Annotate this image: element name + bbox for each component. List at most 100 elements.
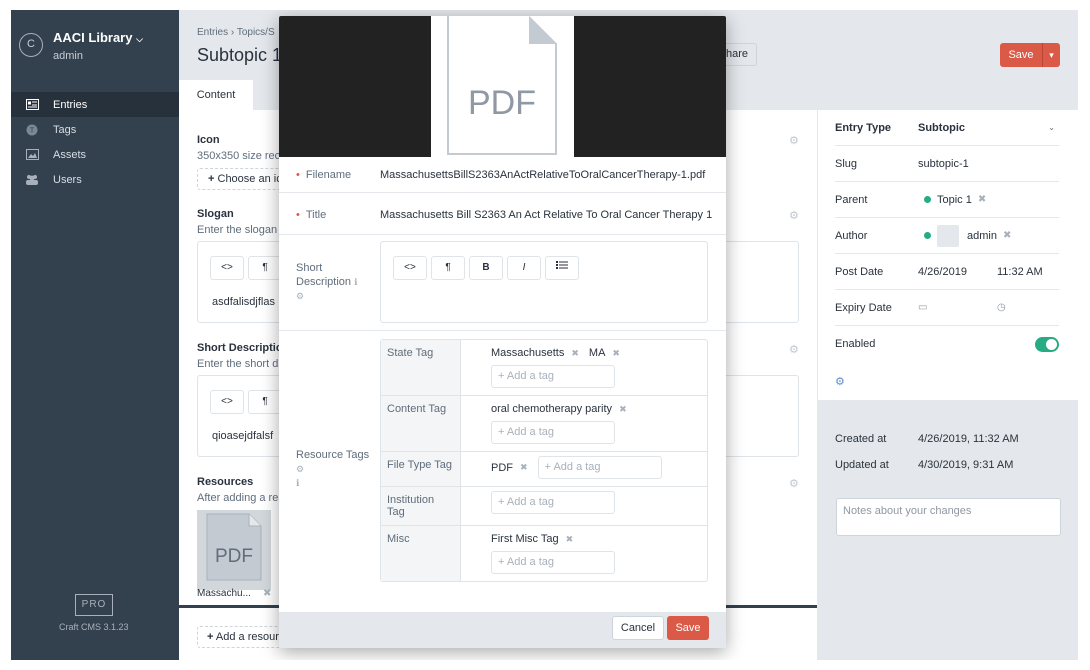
sidebar-item-label: Users	[53, 173, 82, 186]
remove-icon[interactable]: ✖	[520, 462, 528, 473]
remove-icon[interactable]: ✖	[619, 404, 627, 415]
remove-icon[interactable]: ✖	[571, 348, 579, 359]
tag[interactable]: PDF ✖	[491, 462, 528, 474]
plus-icon: +	[207, 631, 214, 643]
sidebar-item-assets[interactable]: Assets	[11, 142, 179, 167]
preview-document: PDF	[431, 16, 574, 157]
tag-group-tags: oral chemotherapy parity ✖ + Add a tag	[461, 396, 707, 451]
site-user: admin	[53, 50, 83, 62]
tag[interactable]: oral chemotherapy parity ✖	[491, 403, 627, 415]
parent-row: Parent Topic 1 ✖	[835, 182, 1059, 218]
author-value[interactable]: admin ✖	[924, 224, 1011, 247]
notes-textarea[interactable]: Notes about your changes	[836, 498, 1061, 536]
tag-list: Massachusetts ✖ MA ✖	[491, 347, 701, 365]
tag-group-row: Content Tag oral chemotherapy parity ✖ + …	[381, 396, 707, 452]
tag-list: First Misc Tag ✖	[491, 533, 701, 551]
post-time-value[interactable]: 11:32 AM	[997, 266, 1043, 278]
tag[interactable]: Massachusetts ✖	[491, 347, 579, 359]
sidebar-item-entries[interactable]: Entries	[11, 92, 179, 117]
clock-icon[interactable]: ◷	[997, 302, 1006, 313]
resource-tags-row: Resource Tags ⚙ ℹ State Tag Massachusetts ✖…	[279, 331, 726, 612]
gear-icon[interactable]: ⚙	[789, 209, 799, 222]
add-resource-button[interactable]: + Add a resour	[197, 626, 287, 648]
cancel-button[interactable]: Cancel	[612, 616, 664, 640]
sidebar-item-label: Tags	[53, 123, 77, 136]
sidebar-item-users[interactable]: Users	[11, 167, 179, 192]
tag-group-name: File Type Tag	[381, 452, 461, 486]
short-description-field-label: Short Descriptio	[197, 342, 283, 354]
post-date-value[interactable]: 4/26/2019	[918, 266, 997, 278]
resource-thumbnail[interactable]: PDF	[197, 510, 271, 590]
chevron-down-icon[interactable]: ⌄	[1048, 123, 1055, 132]
gear-icon[interactable]: ⚙	[835, 375, 845, 388]
remove-icon[interactable]: ✖	[566, 534, 574, 545]
filename-input[interactable]: MassachusettsBillS2363AnActRelativeToOra…	[380, 169, 705, 181]
gear-icon[interactable]: ⚙	[789, 343, 799, 356]
asset-editor-modal: PDF • Filename MassachusettsBillS2363AnAc…	[279, 16, 726, 648]
author-row: Author admin ✖	[835, 218, 1059, 254]
remove-icon[interactable]: ✖	[978, 194, 986, 205]
choose-icon-button[interactable]: + Choose an ic	[197, 168, 281, 190]
short-description-label: Short Description ℹ ⚙	[296, 262, 358, 301]
tag-group-tags: Massachusetts ✖ MA ✖ + Add a tag	[461, 340, 707, 395]
add-tag-input[interactable]: + Add a tag	[491, 421, 615, 444]
enabled-row: Enabled	[835, 326, 1059, 362]
pro-badge[interactable]: PRO	[75, 594, 113, 616]
created-value: 4/26/2019, 11:32 AM	[918, 433, 1019, 445]
parent-value[interactable]: Topic 1 ✖	[924, 194, 986, 206]
entry-type-row[interactable]: Entry Type Subtopic ⌄	[835, 110, 1059, 146]
sidebar-item-tags[interactable]: T Tags	[11, 117, 179, 142]
save-button[interactable]: Save	[1000, 43, 1042, 67]
italic-button[interactable]: I	[507, 256, 541, 280]
site-name[interactable]: AACI Library ⌵	[53, 30, 143, 45]
gear-icon[interactable]: ⚙	[296, 291, 304, 301]
short-description-field-help: Enter the short d	[197, 358, 279, 370]
add-tag-input[interactable]: + Add a tag	[491, 491, 615, 514]
modal-save-button[interactable]: Save	[667, 616, 709, 640]
title-row: • Title Massachusetts Bill S2363 An Act R…	[279, 193, 726, 235]
site-logo[interactable]: C	[19, 33, 43, 57]
tag[interactable]: MA ✖	[589, 347, 620, 359]
required-indicator: •	[296, 169, 300, 181]
tag[interactable]: First Misc Tag ✖	[491, 533, 573, 545]
avatar	[937, 224, 959, 247]
format-button[interactable]: ¶	[431, 256, 465, 280]
breadcrumb[interactable]: Entries › Topics/S	[197, 27, 275, 38]
format-button[interactable]: ¶	[248, 256, 282, 280]
icon-field-help: 350x350 size rec	[197, 150, 281, 162]
remove-icon[interactable]: ✖	[612, 348, 620, 359]
bold-button[interactable]: B	[469, 256, 503, 280]
slug-value[interactable]: subtopic-1	[918, 158, 969, 170]
status-dot	[924, 196, 931, 203]
entry-type-value[interactable]: Subtopic	[918, 122, 965, 134]
tag-group-tags: + Add a tag	[461, 487, 707, 525]
info-icon[interactable]: ℹ	[354, 277, 357, 287]
entries-icon	[25, 99, 39, 111]
resources-field-label: Resources	[197, 476, 254, 488]
chevron-down-icon[interactable]: ▾	[1042, 43, 1060, 67]
gear-icon[interactable]: ⚙	[296, 464, 304, 474]
created-row: Created at 4/26/2019, 11:32 AM	[835, 433, 1019, 445]
add-tag-input[interactable]: + Add a tag	[491, 551, 615, 574]
format-button[interactable]: ¶	[248, 390, 282, 414]
plus-icon: +	[498, 370, 505, 382]
gear-icon[interactable]: ⚙	[789, 477, 799, 490]
list-button[interactable]	[545, 256, 579, 280]
enabled-toggle[interactable]	[1035, 336, 1059, 352]
short-description-editor[interactable]: <> ¶ B I	[380, 241, 708, 323]
info-icon[interactable]: ℹ	[296, 478, 299, 488]
title-input[interactable]: Massachusetts Bill S2363 An Act Relative…	[380, 209, 712, 221]
html-button[interactable]: <>	[393, 256, 427, 280]
slogan-text[interactable]: asdfalisdjflas	[212, 296, 275, 308]
gear-icon[interactable]: ⚙	[789, 134, 799, 147]
html-button[interactable]: <>	[210, 256, 244, 280]
tab-content[interactable]: Content	[179, 80, 253, 110]
remove-icon[interactable]: ✖	[1003, 230, 1011, 241]
calendar-icon[interactable]: ▭	[918, 302, 997, 313]
html-button[interactable]: <>	[210, 390, 244, 414]
entry-type-label: Entry Type	[835, 121, 892, 134]
add-tag-input[interactable]: + Add a tag	[491, 365, 615, 388]
add-tag-input[interactable]: + Add a tag	[537, 456, 662, 479]
short-description-text[interactable]: qioasejdfalsf	[212, 430, 273, 442]
remove-icon[interactable]: ✖	[263, 588, 271, 599]
